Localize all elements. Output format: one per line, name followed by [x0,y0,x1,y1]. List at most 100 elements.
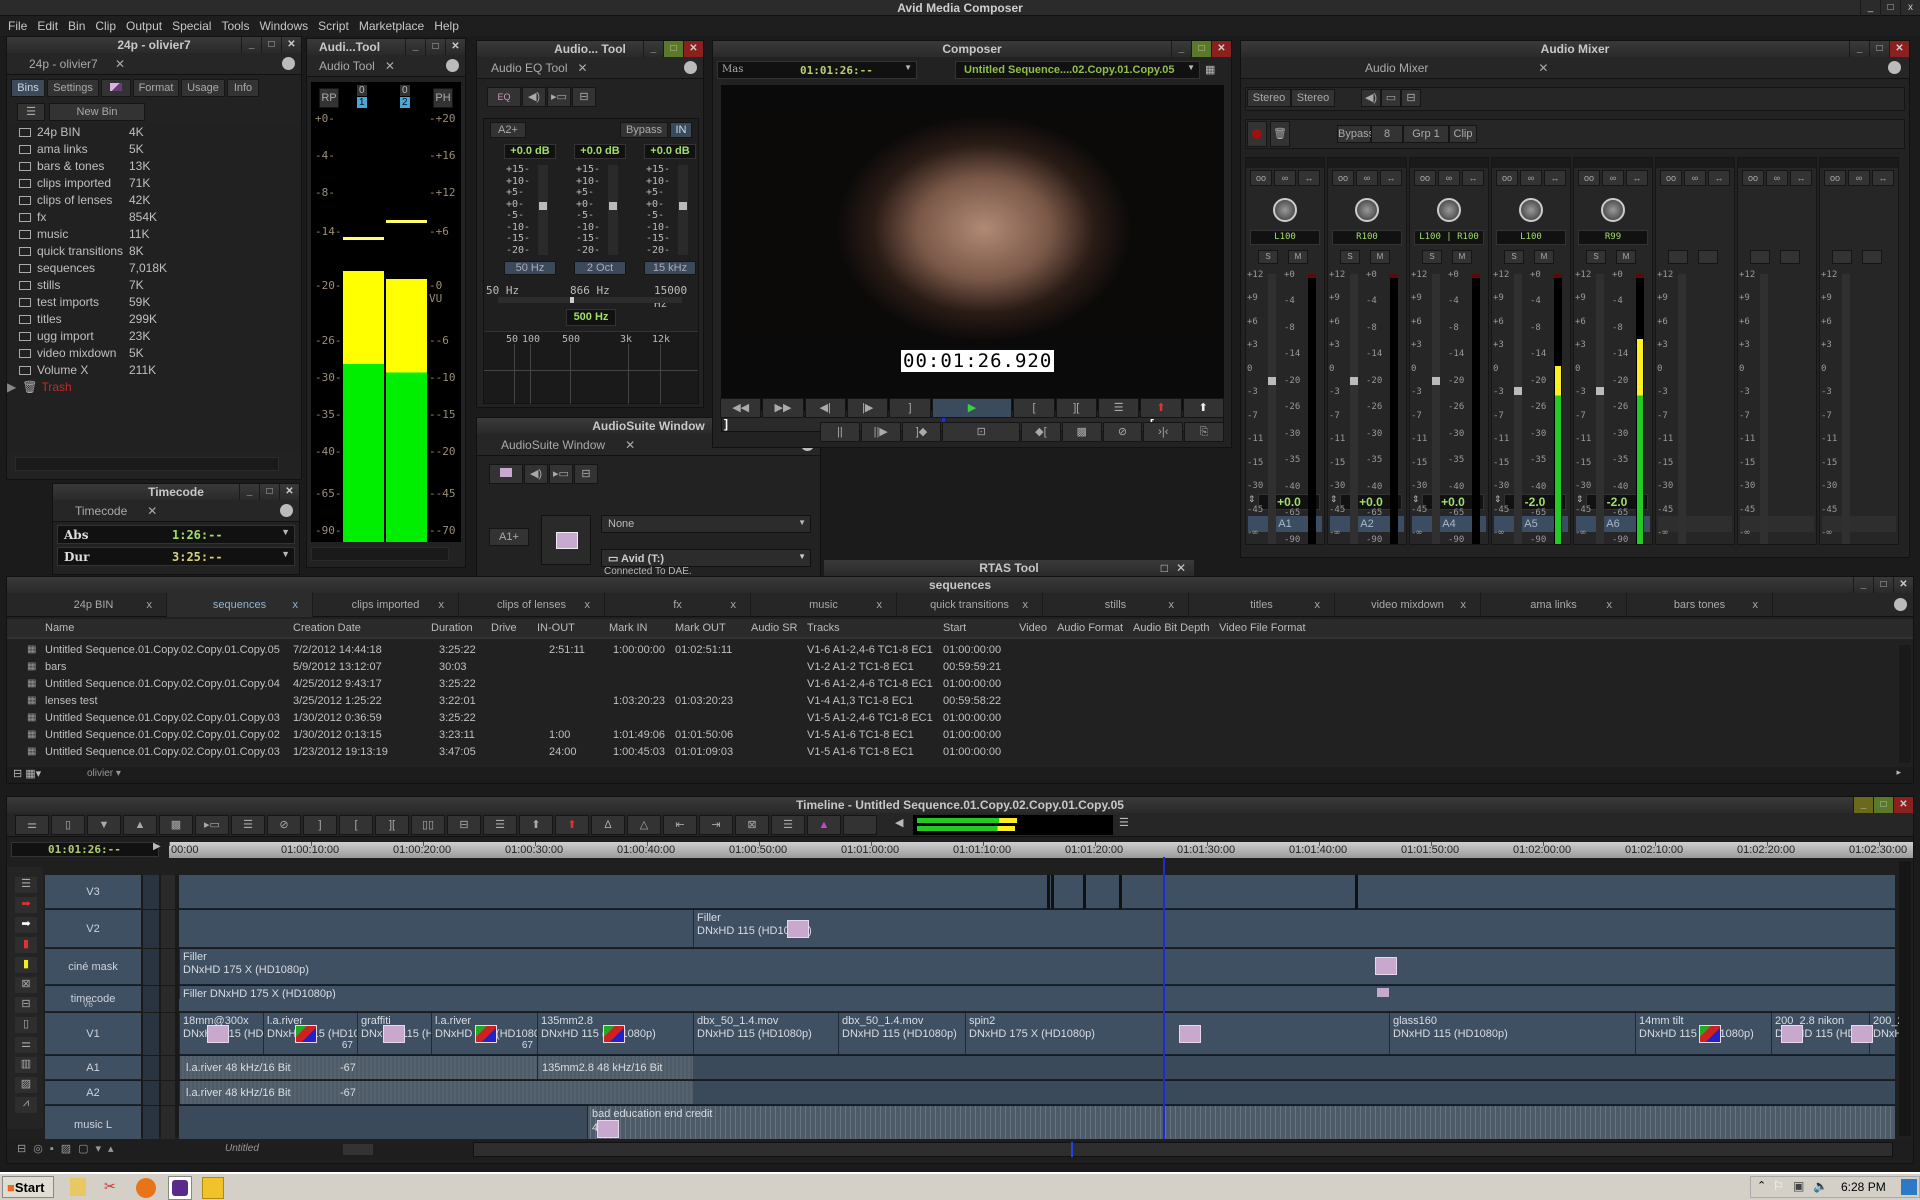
pan-mode-icon[interactable]: ↔ [1790,170,1812,186]
link-icon[interactable]: oo [1578,170,1600,186]
rp-button[interactable]: RP [319,88,339,108]
bin-row[interactable]: ▦ Untitled Sequence.01.Copy.02.Copy.01.Co… [7,643,1887,659]
dissolve-effect-icon[interactable] [1851,1025,1873,1043]
fader-handle[interactable] [1596,387,1604,396]
edit-point[interactable] [1083,875,1086,909]
mixer-close-button[interactable]: ✕ [1889,41,1909,57]
bin-list-item[interactable]: sequences 7,018K [19,261,269,277]
mute-button[interactable] [1862,250,1882,264]
timecode-minimize-button[interactable]: _ [239,484,259,500]
volume-icon[interactable]: 🔈 [1813,1179,1828,1193]
solo-button[interactable]: S [1340,250,1360,264]
track-monitor[interactable] [161,1081,175,1105]
bin-view-toggle-button[interactable]: ☰ [17,103,45,121]
menu-output[interactable]: Output [121,16,167,36]
track-monitor[interactable] [161,910,175,948]
bin-tab[interactable]: quick transitions x [897,593,1043,617]
bin-list-item[interactable]: quick transitions 8K [19,244,269,260]
column-header[interactable]: Video File Format [1219,622,1306,634]
timecode-row-abs[interactable]: Abs 1:26:-- ▼ [57,525,295,544]
color-bars-effect-icon[interactable] [295,1025,317,1043]
audio-tool-hscrollbar[interactable] [311,547,449,561]
plugin-mode-button[interactable] [489,464,523,484]
track-monitor[interactable] [161,1056,175,1080]
bin-tab[interactable]: clips imported x [313,593,459,617]
timeline-minimize-button[interactable]: _ [1853,797,1873,813]
tray-expand-icon[interactable]: ⌃ [1757,1179,1766,1192]
dropdown-circle-icon[interactable] [282,57,295,70]
close-icon[interactable]: x [585,593,591,617]
pan-mode-icon[interactable]: ↔ [1380,170,1402,186]
play-segment-button[interactable]: ▸▭ [549,464,573,484]
track-monitor[interactable] [161,986,175,1012]
dropdown-circle-icon[interactable] [684,61,697,74]
gain-stepper-icon[interactable]: ⇕ [1494,494,1502,505]
mono-icon[interactable]: ∞ [1520,170,1542,186]
volume-fader[interactable] [1268,274,1276,544]
eq-frequency-slider[interactable] [498,297,682,303]
app-close-button[interactable]: x [1900,0,1920,16]
dropdown-circle-icon[interactable] [1888,61,1901,74]
track-panel-button[interactable]: ☰ [771,815,805,835]
track-header[interactable]: A2 [45,1081,141,1105]
mute-button[interactable]: M [1288,250,1308,264]
grid-view-icon[interactable]: ▥ [15,1057,37,1073]
dissolve-effect-icon[interactable] [597,1120,619,1138]
mask-effect-icon[interactable] [1375,957,1397,975]
timeline-position-display[interactable]: 01:01:26:-- [11,842,159,857]
close-icon[interactable]: x [1023,593,1029,617]
track-patch[interactable] [143,875,159,909]
eraser-icon[interactable]: ▨ [15,1077,37,1093]
track-header[interactable]: ciné mask [45,949,141,985]
layout-toggle-button[interactable]: ⊟ [572,87,596,107]
bin-row[interactable]: ▦ Untitled Sequence.01.Copy.02.Copy.01.Co… [7,677,1887,693]
splice-in-button[interactable]: ⬆ [1140,398,1182,418]
video-monitor[interactable]: 00:01:26.920 [721,85,1224,411]
eq-tab[interactable]: Audio EQ Tool ✕ [491,57,588,79]
bin-list-item[interactable]: Volume X 211K [19,363,269,379]
extract-button[interactable]: ⬆ [555,815,589,835]
red-arrow-icon[interactable]: ➡ [15,897,37,913]
bin-maximize-button[interactable]: □ [1873,577,1893,593]
go-to-in-button[interactable]: ◆[ [1020,422,1061,442]
speaker-icon[interactable]: ◀ [895,816,903,829]
bin-tab[interactable]: 24p BIN x [21,593,167,617]
effect-button[interactable]: ▩ [159,815,193,835]
lift-button[interactable]: ⬆ [1182,398,1224,418]
bin-list-item[interactable]: fx 854K [19,210,269,226]
show-desktop-icon[interactable] [1901,1179,1917,1195]
pan-knob[interactable] [1273,198,1297,222]
menu-file[interactable]: File [0,16,32,36]
close-icon[interactable]: ✕ [115,57,125,71]
color-bars-effect-icon[interactable] [475,1025,497,1043]
column-header[interactable]: Drive [491,622,517,634]
overwrite-left-button[interactable]: ⇤ [663,815,697,835]
bin-close-button[interactable]: ✕ [1893,577,1913,593]
solo-button[interactable] [1750,250,1770,264]
menu-marketplace[interactable]: Marketplace [354,16,429,36]
color-bars-effect-icon[interactable] [603,1025,625,1043]
track-patch[interactable] [143,1056,159,1080]
bin-list-item[interactable]: titles 299K [19,312,269,328]
link-icon[interactable]: oo [1496,170,1518,186]
audio-clip[interactable]: l.a.river 48 kHz/16 Bit -67 [179,1056,537,1079]
flag-icon[interactable]: ⚐ [1773,1179,1784,1193]
filmstrip-button[interactable]: ▸▭ [195,815,229,835]
app-minimize-button[interactable]: _ [1860,0,1880,16]
link-icon[interactable]: oo [1824,170,1846,186]
timeline-footer-icons[interactable]: ⊟◎▪▨▢▾▴ [17,1142,121,1155]
close-icon[interactable]: x [1315,593,1321,617]
plug-effect-icon[interactable] [1781,1025,1803,1043]
column-header[interactable]: Tracks [807,622,840,634]
edit-point[interactable] [1355,875,1358,909]
pan-mode-icon[interactable]: ↔ [1544,170,1566,186]
drive-select[interactable]: ▭ Avid (T:) ▼ [601,549,811,567]
mono-icon[interactable]: ∞ [1684,170,1706,186]
audio-loop-button[interactable]: ◀) [524,464,548,484]
bin-list-item[interactable]: ama links 5K [19,142,269,158]
project-tab[interactable]: 24p - olivier7 ✕ [29,53,139,75]
trash-item[interactable]: ▶ 🗑 Trash [7,380,72,394]
ph-button[interactable]: PH [433,88,453,108]
fader-handle[interactable] [1268,376,1276,385]
mono-icon[interactable]: ∞ [1356,170,1378,186]
